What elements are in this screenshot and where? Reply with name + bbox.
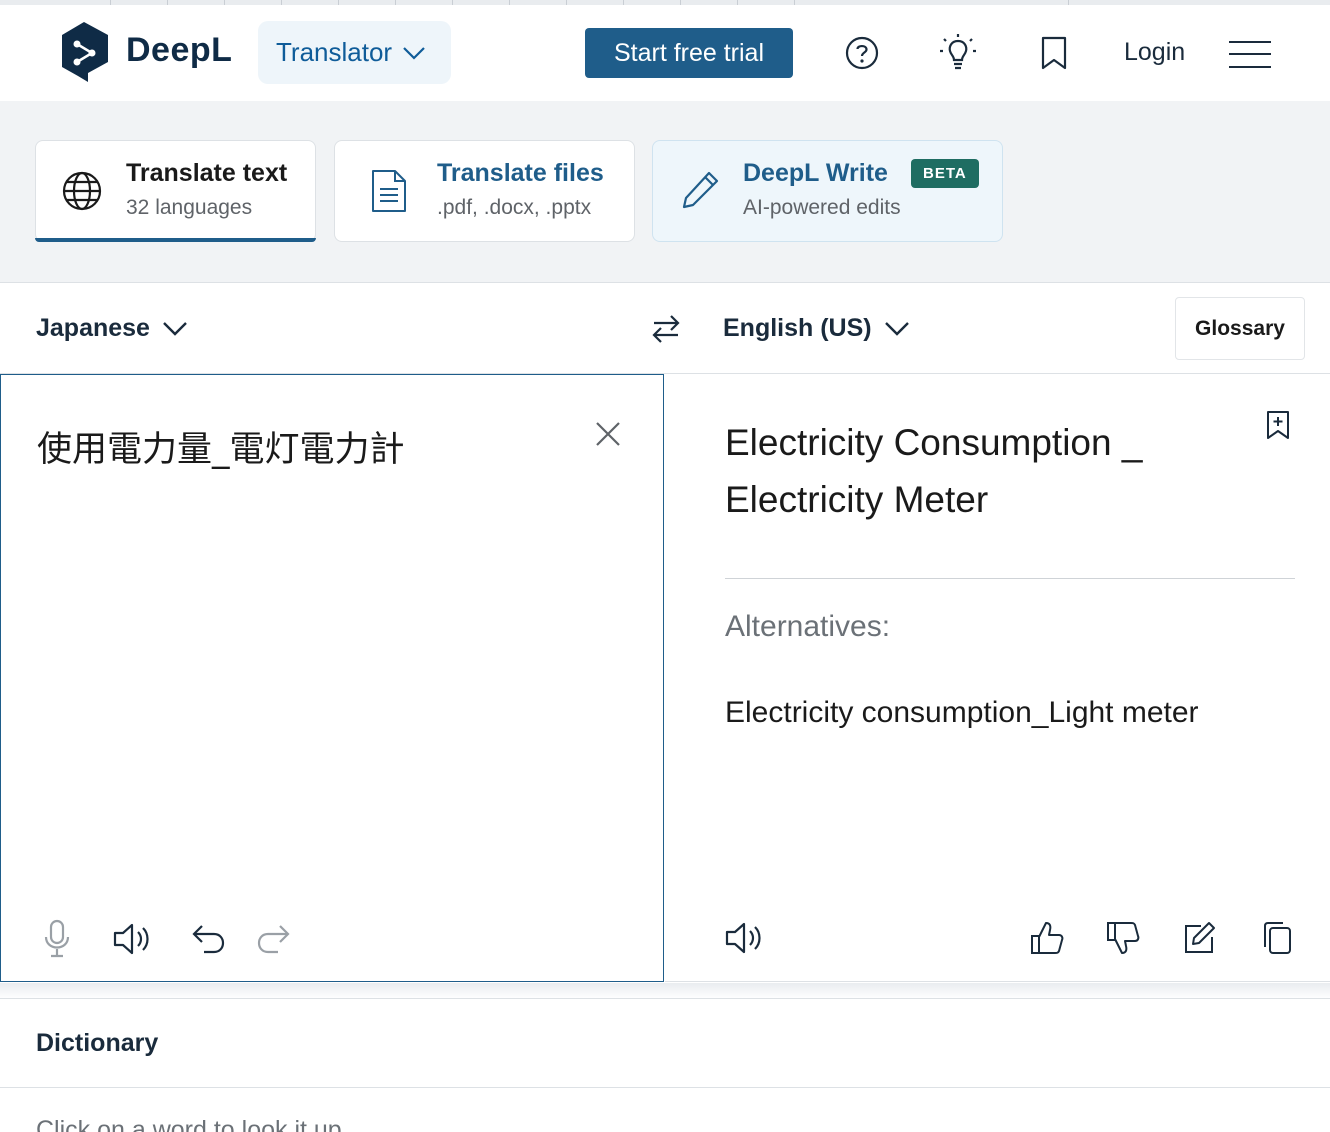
copy-icon[interactable] <box>1255 916 1299 960</box>
dictionary-hint: Click on a word to look it up. <box>36 1116 349 1132</box>
microphone-icon[interactable] <box>35 917 79 961</box>
close-icon[interactable] <box>593 419 623 449</box>
login-link[interactable]: Login <box>1124 38 1185 67</box>
dictionary-section: Dictionary <box>0 998 1330 1088</box>
translator-label: Translator <box>276 37 393 67</box>
tab-deepl-write[interactable]: DeepL Write AI-powered edits BETA <box>652 140 1003 242</box>
chevron-down-icon <box>403 46 425 60</box>
beta-badge: BETA <box>911 159 979 188</box>
mode-tabs: Translate text 32 languages Translate fi… <box>0 101 1330 283</box>
active-tab-indicator <box>35 238 316 242</box>
tab-title: DeepL Write <box>743 159 888 187</box>
alternative-item[interactable]: Electricity consumption_Light meter <box>725 696 1199 730</box>
speaker-icon[interactable] <box>723 916 767 960</box>
redo-icon[interactable] <box>251 917 295 961</box>
target-language-label: English (US) <box>723 314 872 342</box>
source-text-input[interactable]: 使用電力量_電灯電力計 <box>37 421 405 472</box>
thumbs-down-icon[interactable] <box>1101 916 1145 960</box>
translator-dropdown[interactable]: Translator <box>258 21 451 84</box>
tab-translate-text[interactable]: Translate text 32 languages <box>35 140 316 242</box>
menu-icon[interactable] <box>1229 39 1271 69</box>
tab-translate-files[interactable]: Translate files .pdf, .docx, .pptx <box>334 140 635 242</box>
translation-output[interactable]: Electricity Consumption _ Electricity Me… <box>725 414 1225 528</box>
language-bar: Japanese English (US) Glossary <box>0 284 1330 374</box>
tab-subtitle: .pdf, .docx, .pptx <box>437 196 592 219</box>
tab-subtitle: 32 languages <box>126 196 253 219</box>
globe-icon <box>60 169 104 213</box>
glossary-button[interactable]: Glossary <box>1175 297 1305 360</box>
help-icon[interactable] <box>842 33 882 73</box>
chevron-down-icon <box>163 321 187 336</box>
deepl-logo-icon[interactable] <box>58 20 114 84</box>
tab-title: Translate files <box>437 159 604 187</box>
translation-panel: Electricity Consumption _ Electricity Me… <box>665 374 1330 982</box>
edit-icon[interactable] <box>1177 916 1221 960</box>
document-icon <box>369 169 413 213</box>
bookmark-icon[interactable] <box>1034 33 1074 73</box>
target-language-select[interactable]: English (US) <box>723 314 910 343</box>
pencil-icon <box>681 169 725 213</box>
thumbs-up-icon[interactable] <box>1025 916 1069 960</box>
undo-icon[interactable] <box>187 917 231 961</box>
top-header: DeepL Translator Start free trial Login <box>0 5 1330 101</box>
brand-name: DeepL <box>126 31 233 69</box>
speaker-icon[interactable] <box>111 917 155 961</box>
tab-title: Translate text <box>126 159 288 187</box>
panel-shadow <box>0 983 1330 999</box>
tab-subtitle: AI-powered edits <box>743 196 901 219</box>
lightbulb-icon[interactable] <box>938 33 978 73</box>
source-language-select[interactable]: Japanese <box>36 314 188 343</box>
chevron-down-icon <box>884 321 909 336</box>
bookmark-add-icon[interactable] <box>1265 410 1293 440</box>
alternatives-divider <box>725 578 1295 579</box>
source-language-label: Japanese <box>36 314 150 342</box>
swap-languages-icon[interactable] <box>648 311 684 347</box>
dictionary-title: Dictionary <box>36 1029 159 1057</box>
start-free-trial-button[interactable]: Start free trial <box>585 28 793 78</box>
alternatives-label: Alternatives: <box>725 610 891 643</box>
source-text-panel[interactable]: 使用電力量_電灯電力計 <box>0 374 664 982</box>
